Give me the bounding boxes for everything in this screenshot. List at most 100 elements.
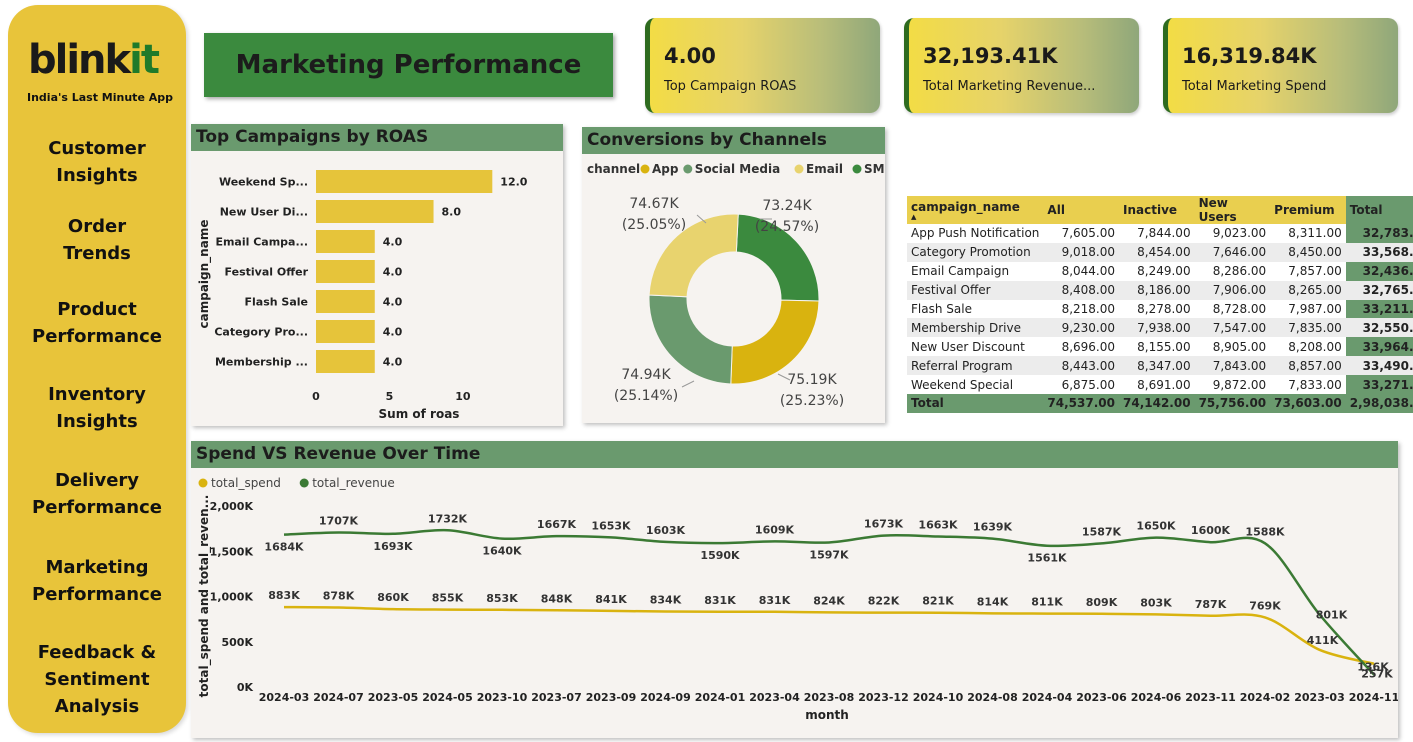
y-axis-title: campaign_name bbox=[197, 220, 212, 329]
legend-marker bbox=[794, 164, 804, 174]
matrix-header-premium[interactable]: Premium bbox=[1270, 196, 1346, 224]
y-tick-label: 1,000K bbox=[210, 591, 254, 604]
x-tick-label: 2024-05 bbox=[422, 691, 473, 704]
data-label-spend: 878K bbox=[323, 590, 355, 603]
y-tick-label: 500K bbox=[222, 636, 254, 649]
legend-marker bbox=[683, 164, 693, 174]
matrix-row-total: 33,568.00 bbox=[1345, 242, 1413, 262]
matrix-row: Referral Program 8,443.00 8,347.00 7,843.00… bbox=[907, 356, 1413, 376]
matrix-header-campaign[interactable]: campaign_name ▲ bbox=[907, 196, 1044, 224]
x-tick-label: 10 bbox=[455, 390, 471, 403]
kpi-value: 4.00 bbox=[664, 44, 716, 68]
data-label-revenue: 1663K bbox=[918, 518, 958, 531]
bar-data-label: 4.0 bbox=[383, 326, 403, 339]
bar bbox=[316, 290, 375, 313]
nav-marketing-performance[interactable]: Marketing Performance bbox=[8, 554, 186, 608]
matrix-cell: 8,450.00 bbox=[1270, 242, 1346, 262]
x-tick-label: 0 bbox=[312, 390, 320, 403]
data-label-revenue: 1693K bbox=[373, 540, 413, 553]
data-label-revenue: 801K bbox=[1316, 609, 1348, 622]
bar-category-label: Category Pro... bbox=[214, 326, 308, 339]
matrix-cell: 8,696.00 bbox=[1061, 339, 1115, 354]
data-label-revenue: 1597K bbox=[809, 548, 849, 561]
page-title: Marketing Performance bbox=[235, 50, 582, 80]
x-tick-label: 2023-03 bbox=[1294, 691, 1345, 704]
matrix-row-label: Flash Sale bbox=[911, 302, 972, 316]
nav-delivery-performance[interactable]: Delivery Performance bbox=[8, 467, 186, 521]
bar bbox=[316, 200, 434, 223]
bar-data-label: 4.0 bbox=[383, 236, 403, 249]
matrix-cell: 8,208.00 bbox=[1288, 339, 1342, 354]
legend-label: total_spend bbox=[211, 476, 281, 490]
nav-product-performance[interactable]: Product Performance bbox=[8, 296, 186, 350]
data-label-spend: 855K bbox=[432, 592, 464, 605]
slice-leader-line bbox=[681, 380, 695, 388]
matrix-cell: 8,728.00 bbox=[1212, 302, 1267, 316]
data-label-revenue: 1600K bbox=[1191, 524, 1231, 537]
x-axis-title: month bbox=[805, 708, 849, 722]
matrix-cell: 8,347.00 bbox=[1119, 356, 1195, 376]
matrix-cell: 7,833.00 bbox=[1288, 377, 1342, 392]
matrix-cell: 7,987.00 bbox=[1288, 302, 1342, 316]
legend-marker bbox=[198, 478, 208, 488]
bar-data-label: 4.0 bbox=[383, 266, 403, 279]
matrix-header-inactive[interactable]: Inactive bbox=[1119, 196, 1195, 224]
kpi-label: Total Marketing Spend bbox=[1182, 79, 1327, 94]
x-axis-title: Sum of roas bbox=[379, 407, 460, 421]
bar-category-label: Membership ... bbox=[215, 356, 308, 369]
data-label-spend: 814K bbox=[977, 595, 1009, 608]
matrix-row: Category Promotion 9,018.00 8,454.00 7,646.… bbox=[907, 242, 1413, 262]
x-tick-label: 2024-10 bbox=[913, 691, 964, 704]
data-label-revenue: 1640K bbox=[482, 545, 522, 558]
matrix-cell: 9,018.00 bbox=[1043, 242, 1119, 262]
matrix-row-total: 32,765.00 bbox=[1345, 280, 1413, 300]
data-label-spend: 803K bbox=[1140, 596, 1172, 609]
x-tick-label: 2024-06 bbox=[1131, 691, 1182, 704]
matrix-header-total[interactable]: Total bbox=[1345, 196, 1413, 224]
data-label-spend: 769K bbox=[1249, 599, 1281, 612]
nav-customer-insights[interactable]: Customer Insights bbox=[8, 135, 186, 189]
matrix-row: Flash Sale 8,218.00 8,278.00 8,728.00 7,987.… bbox=[907, 299, 1413, 319]
matrix-total-cell: 2,98,038.00 bbox=[1345, 394, 1413, 413]
nav-inventory-insights[interactable]: Inventory Insights bbox=[8, 381, 186, 435]
matrix-cell: 8,265.00 bbox=[1270, 280, 1346, 300]
data-label-spend: 824K bbox=[813, 594, 845, 607]
matrix-cell: 8,218.00 bbox=[1061, 302, 1115, 316]
x-tick-label: 2023-11 bbox=[1185, 691, 1236, 704]
matrix-row-label: Category Promotion bbox=[907, 242, 1044, 262]
legend-label: Social Media bbox=[695, 162, 780, 176]
matrix-cell: 7,547.00 bbox=[1194, 318, 1271, 338]
series-line bbox=[283, 605, 1375, 665]
bar bbox=[316, 170, 493, 193]
x-tick-label: 2024-11 bbox=[1349, 691, 1398, 704]
nav-order-trends[interactable]: Order Trends bbox=[8, 213, 186, 267]
matrix-header-row: campaign_name ▲ All Inactive New Users Pr… bbox=[907, 196, 1413, 224]
bar-data-label: 4.0 bbox=[383, 356, 403, 369]
y-tick-label: 0K bbox=[237, 681, 254, 694]
legend-marker bbox=[299, 478, 309, 488]
matrix-cell: 7,857.00 bbox=[1288, 264, 1342, 279]
data-label-revenue: 1587K bbox=[1082, 525, 1122, 538]
matrix-cell: 8,691.00 bbox=[1137, 377, 1191, 392]
campaign-matrix: campaign_name ▲ All Inactive New Users Pr… bbox=[907, 196, 1413, 413]
donut-chart: channel App Social Media Email SMS 73.24K (24.… bbox=[587, 162, 885, 409]
matrix-row-total: 33,271.00 bbox=[1345, 375, 1413, 395]
matrix-header-new-users[interactable]: New Users bbox=[1194, 196, 1271, 224]
data-label-spend: 883K bbox=[268, 589, 300, 602]
nav-feedback-sentiment[interactable]: Feedback & Sentiment Analysis bbox=[8, 639, 186, 720]
line-chart: total_spend total_revenue 0K 500K 1,000K 1,50… bbox=[197, 476, 1398, 722]
x-tick-label: 2024-04 bbox=[1022, 691, 1073, 704]
matrix-header-all[interactable]: All bbox=[1043, 196, 1119, 224]
bar-category-label: Email Campa... bbox=[215, 236, 308, 249]
legend-label: App bbox=[652, 162, 679, 176]
data-label-spend: 411K bbox=[1307, 634, 1339, 647]
matrix-total-row: Total 74,537.00 74,142.00 75,756.00 73,603.0… bbox=[907, 394, 1413, 413]
y-tick-label: 1,500K bbox=[210, 545, 254, 558]
bar-category-label: Flash Sale bbox=[245, 296, 309, 309]
y-tick-label: 2,000K bbox=[210, 500, 254, 513]
kpi-card-roas: 4.00 Top Campaign ROAS bbox=[645, 18, 880, 113]
data-label-spend: 811K bbox=[1031, 596, 1063, 609]
matrix-row: Email Campaign 8,044.00 8,249.00 8,286.00 7,… bbox=[907, 261, 1413, 281]
data-label-revenue: 1673K bbox=[864, 518, 904, 531]
legend-marker bbox=[852, 164, 862, 174]
